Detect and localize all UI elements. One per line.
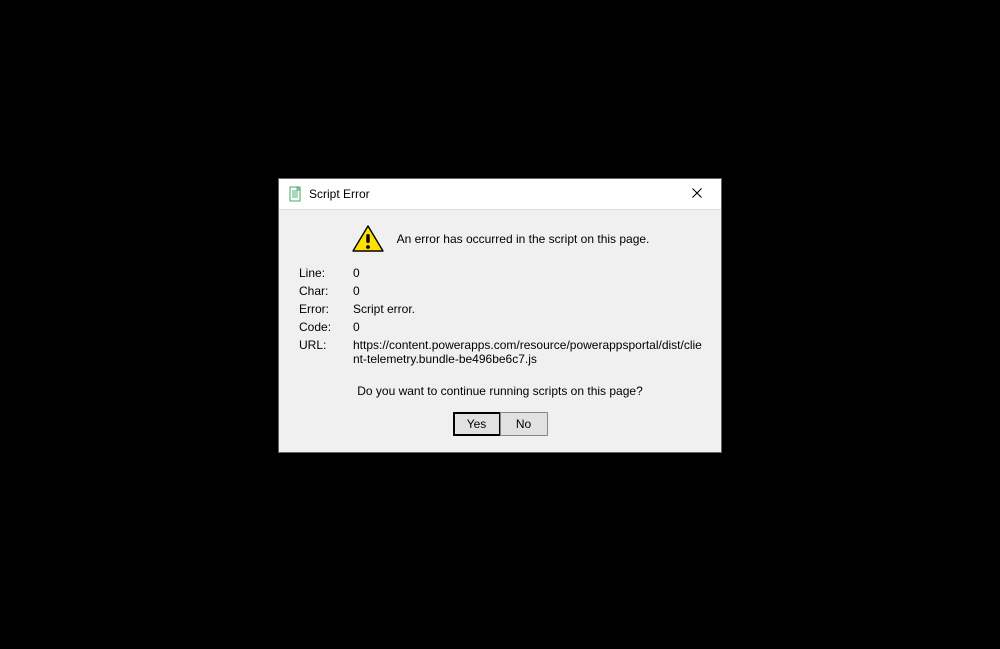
line-value: 0: [353, 266, 703, 280]
error-banner: An error has occurred in the script on t…: [297, 224, 703, 254]
no-button[interactable]: No: [500, 412, 548, 436]
char-label: Char:: [299, 284, 343, 298]
titlebar[interactable]: Script Error: [279, 179, 721, 209]
url-label: URL:: [299, 338, 343, 366]
error-value: Script error.: [353, 302, 703, 316]
document-icon: [287, 186, 303, 202]
error-label: Error:: [299, 302, 343, 316]
close-button[interactable]: [677, 180, 717, 208]
dialog-body: An error has occurred in the script on t…: [279, 209, 721, 452]
url-value: https://content.powerapps.com/resource/p…: [353, 338, 703, 366]
warning-icon: [351, 224, 383, 254]
banner-text: An error has occurred in the script on t…: [397, 232, 650, 246]
code-label: Code:: [299, 320, 343, 334]
code-value: 0: [353, 320, 703, 334]
char-value: 0: [353, 284, 703, 298]
continue-question: Do you want to continue running scripts …: [297, 384, 703, 398]
yes-button[interactable]: Yes: [453, 412, 501, 436]
line-label: Line:: [299, 266, 343, 280]
dialog-title: Script Error: [309, 187, 677, 201]
button-row: Yes No: [297, 412, 703, 436]
close-icon: [692, 187, 702, 201]
error-details-grid: Line: 0 Char: 0 Error: Script error. Cod…: [299, 266, 703, 366]
script-error-dialog: Script Error An error has occurred in th…: [278, 178, 722, 453]
